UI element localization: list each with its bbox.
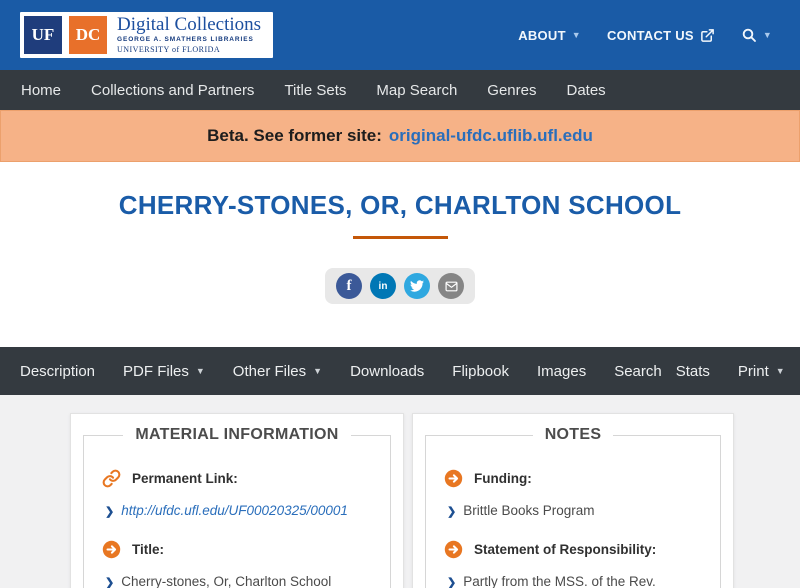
- header-menu: ABOUT ▼ CONTACT US ▼: [518, 27, 772, 43]
- contact-us-label: CONTACT US: [606, 27, 694, 43]
- site-header: UF DC Digital Collections GEORGE A. SMAT…: [0, 0, 800, 70]
- statement-value-row: ❯ Partly from the MSS. of the Rev. Willia…: [447, 572, 702, 588]
- chevron-down-icon: ▼: [762, 30, 772, 40]
- chevron-down-icon: ▼: [313, 366, 323, 376]
- search-icon: [741, 27, 757, 43]
- main-navbar: Home Collections and Partners Title Sets…: [0, 70, 800, 110]
- twitter-icon[interactable]: [404, 273, 430, 299]
- chevron-right-icon: ❯: [447, 576, 457, 588]
- facebook-icon[interactable]: f: [336, 273, 362, 299]
- chevron-right-icon: ❯: [447, 506, 457, 518]
- toolbar-downloads[interactable]: Downloads: [336, 363, 438, 380]
- statement-label-row: Statement of Responsibility:: [444, 540, 702, 559]
- nav-item-home[interactable]: Home: [6, 82, 76, 99]
- funding-value-row: ❯ Brittle Books Program: [447, 501, 702, 521]
- former-site-link[interactable]: original-ufdc.uflib.ufl.edu: [389, 126, 593, 146]
- email-icon[interactable]: [438, 273, 464, 299]
- material-information-panel: MATERIAL INFORMATION Permanent Link: ❯ ht…: [70, 413, 404, 588]
- logo-title: Digital Collections: [117, 14, 262, 36]
- toolbar-right-group: Stats Print ▼ Send: [676, 363, 800, 380]
- nav-item-title-sets[interactable]: Title Sets: [269, 82, 361, 99]
- link-icon: [102, 469, 121, 488]
- about-menu[interactable]: ABOUT ▼: [518, 28, 581, 43]
- social-share-bar: f in: [325, 268, 475, 304]
- toolbar-other-files[interactable]: Other Files ▼: [219, 363, 336, 380]
- page-title: CHERRY-STONES, OR, CHARLTON SCHOOL: [118, 190, 682, 220]
- logo-subtitle-university: UNIVERSITY of FLORIDA: [117, 45, 221, 55]
- title-underline: [352, 236, 448, 239]
- beta-banner: Beta. See former site: original-ufdc.ufl…: [0, 110, 800, 162]
- about-label: ABOUT: [518, 27, 566, 43]
- toolbar-flipbook[interactable]: Flipbook: [438, 363, 523, 380]
- item-toolbar: Description PDF Files ▼ Other Files ▼ Do…: [0, 347, 800, 395]
- item-content: MATERIAL INFORMATION Permanent Link: ❯ ht…: [0, 395, 800, 588]
- arrow-circle-icon: [444, 469, 463, 488]
- permanent-link-label: Permanent Link:: [132, 471, 238, 486]
- external-link-icon: [700, 28, 715, 43]
- search-menu[interactable]: ▼: [741, 27, 772, 43]
- title-section: CHERRY-STONES, OR, CHARLTON SCHOOL f in: [0, 162, 800, 347]
- toolbar-search[interactable]: Search: [600, 363, 676, 380]
- arrow-circle-icon: [444, 540, 463, 559]
- arrow-circle-icon: [102, 540, 121, 559]
- toolbar-images[interactable]: Images: [523, 363, 600, 380]
- pdf-files-label: PDF Files: [123, 362, 189, 380]
- funding-label-row: Funding:: [444, 469, 702, 488]
- permanent-link-label-row: Permanent Link:: [102, 469, 372, 488]
- funding-value: Brittle Books Program: [463, 503, 595, 518]
- print-label: Print: [737, 362, 769, 380]
- title-value: Cherry-stones, Or, Charlton School: [121, 573, 332, 588]
- toolbar-print[interactable]: Print ▼: [724, 363, 799, 380]
- nav-item-map-search[interactable]: Map Search: [361, 82, 472, 99]
- toolbar-pdf-files[interactable]: PDF Files ▼: [109, 363, 219, 380]
- toolbar-stats[interactable]: Stats: [676, 363, 724, 380]
- permanent-link-value-row: ❯ http://ufdc.ufl.edu/UF00020325/00001: [105, 501, 372, 521]
- logo-text: Digital Collections GEORGE A. SMATHERS L…: [114, 15, 261, 54]
- funding-label: Funding:: [474, 471, 532, 486]
- chevron-down-icon: ▼: [775, 366, 785, 376]
- ufdc-logo[interactable]: UF DC Digital Collections GEORGE A. SMAT…: [20, 12, 274, 58]
- other-files-label: Other Files: [232, 362, 307, 380]
- uf-logo-square: UF: [24, 16, 62, 54]
- title-value-row: ❯ Cherry-stones, Or, Charlton School: [105, 572, 372, 588]
- contact-us-link[interactable]: CONTACT US: [607, 28, 715, 43]
- title-label: Title:: [132, 541, 165, 557]
- linkedin-icon[interactable]: in: [370, 273, 396, 299]
- nav-item-dates[interactable]: Dates: [551, 82, 620, 99]
- dc-logo-square: DC: [69, 16, 107, 54]
- chevron-right-icon: ❯: [105, 506, 115, 518]
- logo-subtitle-libraries: GEORGE A. SMATHERS LIBRARIES: [117, 36, 254, 44]
- statement-value-line1: Partly from the MSS. of the Rev. William…: [463, 573, 656, 588]
- title-label-row: Title:: [102, 540, 372, 559]
- notes-heading: NOTES: [544, 426, 602, 443]
- permanent-link-url[interactable]: http://ufdc.ufl.edu/UF00020325/00001: [121, 503, 348, 518]
- chevron-down-icon: ▼: [195, 366, 205, 376]
- chevron-down-icon: ▼: [571, 30, 581, 40]
- statement-label: Statement of Responsibility:: [474, 541, 657, 557]
- beta-banner-text: Beta. See former site:: [207, 126, 382, 145]
- toolbar-description[interactable]: Description: [20, 363, 109, 380]
- nav-item-genres[interactable]: Genres: [472, 82, 551, 99]
- material-information-heading: MATERIAL INFORMATION: [135, 426, 339, 443]
- chevron-right-icon: ❯: [105, 576, 115, 588]
- nav-item-collections-and-partners[interactable]: Collections and Partners: [76, 82, 269, 99]
- notes-panel: NOTES Funding: ❯ Brittle Books Program S…: [412, 413, 734, 588]
